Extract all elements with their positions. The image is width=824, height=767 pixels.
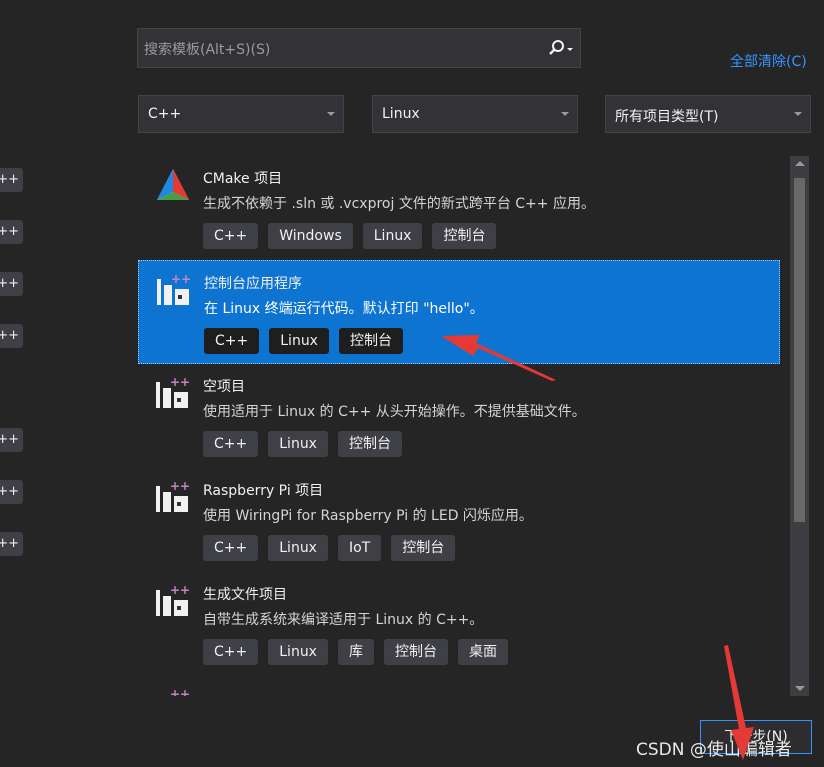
template-item-empty-project[interactable]: ++ 空项目 使用适用于 Linux 的 C++ 从头开始操作。不提供基础文件。… xyxy=(138,364,780,468)
scroll-up-icon[interactable] xyxy=(795,161,805,166)
tag-list: C++ Linux IoT 控制台 xyxy=(203,535,456,561)
template-item-cmake[interactable]: CMake 项目 生成不依赖于 .sln 或 .vcxproj 文件的新式跨平台… xyxy=(138,156,780,260)
cpp-project-icon: ++ xyxy=(154,374,192,412)
search-box[interactable]: 搜索模板(Alt+S)(S) xyxy=(137,28,581,68)
language-filter[interactable]: C++ xyxy=(138,95,344,133)
tag: Linux xyxy=(362,223,423,249)
recent-template-tag[interactable]: ++ xyxy=(0,220,23,244)
tag: 控制台 xyxy=(337,431,402,457)
tag: 控制台 xyxy=(338,328,403,354)
template-title: Raspberry Pi 项目 xyxy=(203,483,324,499)
recent-template-tag[interactable]: ++ xyxy=(0,324,23,348)
search-icon[interactable] xyxy=(546,38,576,60)
cmake-icon xyxy=(154,166,192,204)
tag: IoT xyxy=(337,535,382,561)
template-title: 控制台应用程序 xyxy=(204,276,302,292)
recent-template-tag[interactable]: ++ xyxy=(0,480,23,504)
recent-template-tag[interactable]: ++ xyxy=(0,272,23,296)
tag: C++ xyxy=(204,328,260,354)
scroll-down-icon[interactable] xyxy=(795,686,805,691)
template-title: 空项目 xyxy=(203,379,245,395)
watermark: CSDN @使山编辑者 xyxy=(636,740,792,760)
tag: 控制台 xyxy=(432,223,497,249)
tag: 桌面 xyxy=(457,639,508,665)
cpp-project-icon: ++ xyxy=(155,271,193,309)
svg-text:++: ++ xyxy=(170,479,190,493)
chevron-down-icon xyxy=(327,112,335,116)
template-description: 自带生成系统来编译适用于 Linux 的 C++。 xyxy=(203,612,484,628)
template-title: 生成文件项目 xyxy=(203,587,287,603)
tag-list: C++ Linux 库 控制台 桌面 xyxy=(203,639,508,665)
svg-text:++: ++ xyxy=(170,687,190,696)
template-description: 使用适用于 Linux 的 C++ 从头开始操作。不提供基础文件。 xyxy=(203,404,586,420)
template-description: 使用 WiringPi for Raspberry Pi 的 LED 闪烁应用。 xyxy=(203,508,533,524)
template-item-raspberry-pi[interactable]: ++ Raspberry Pi 项目 使用 WiringPi for Raspb… xyxy=(138,468,780,572)
svg-text:++: ++ xyxy=(171,272,191,286)
tag-list: C++ Linux 控制台 xyxy=(204,328,403,354)
tag: Linux xyxy=(268,639,328,665)
template-item-makefile-project[interactable]: ++ 生成文件项目 自带生成系统来编译适用于 Linux 的 C++。 C++ … xyxy=(138,572,780,676)
tag: C++ xyxy=(203,639,259,665)
cpp-project-icon: ++ xyxy=(154,478,192,516)
tag-list: C++ Linux 控制台 xyxy=(203,431,402,457)
tag: C++ xyxy=(203,223,259,249)
cpp-project-icon: ++ xyxy=(154,686,192,696)
template-title: CMake 项目 xyxy=(203,171,283,187)
template-description: 生成不依赖于 .sln 或 .vcxproj 文件的新式跨平台 C++ 应用。 xyxy=(203,196,595,212)
tag: C++ xyxy=(203,431,259,457)
tag: Linux xyxy=(268,431,328,457)
tag: Linux xyxy=(269,328,329,354)
template-description: 在 Linux 终端运行代码。默认打印 "hello"。 xyxy=(204,301,484,317)
recent-template-tag[interactable]: ++ xyxy=(0,168,23,192)
list-scrollbar[interactable] xyxy=(790,156,809,696)
svg-text:++: ++ xyxy=(170,583,190,597)
tag: 控制台 xyxy=(383,639,448,665)
cpp-project-icon: ++ xyxy=(154,582,192,620)
project-type-filter-value: 所有项目类型(T) xyxy=(615,109,719,125)
template-item-partial[interactable]: ++ xyxy=(138,676,780,696)
tag: C++ xyxy=(203,535,259,561)
platform-filter[interactable]: Linux xyxy=(372,95,578,133)
search-input[interactable]: 搜索模板(Alt+S)(S) xyxy=(144,39,270,59)
template-list: CMake 项目 生成不依赖于 .sln 或 .vcxproj 文件的新式跨平台… xyxy=(138,156,780,696)
tag: 控制台 xyxy=(391,535,456,561)
chevron-down-icon xyxy=(794,112,802,116)
recent-template-tag[interactable]: ++ xyxy=(0,532,23,556)
tag: Windows xyxy=(268,223,353,249)
template-item-console-app[interactable]: ++ 控制台应用程序 在 Linux 终端运行代码。默认打印 "hello"。 … xyxy=(138,260,780,364)
svg-text:++: ++ xyxy=(170,375,190,389)
tag-list: C++ Windows Linux 控制台 xyxy=(203,223,497,249)
project-type-filter[interactable]: 所有项目类型(T) xyxy=(605,95,811,133)
chevron-down-icon xyxy=(561,112,569,116)
clear-all-link[interactable]: 全部清除(C) xyxy=(730,51,807,71)
recent-template-tag[interactable]: ++ xyxy=(0,428,23,452)
platform-filter-value: Linux xyxy=(382,106,420,122)
tag: 库 xyxy=(337,639,374,665)
scroll-thumb[interactable] xyxy=(794,178,805,522)
language-filter-value: C++ xyxy=(148,106,182,122)
tag: Linux xyxy=(268,535,328,561)
